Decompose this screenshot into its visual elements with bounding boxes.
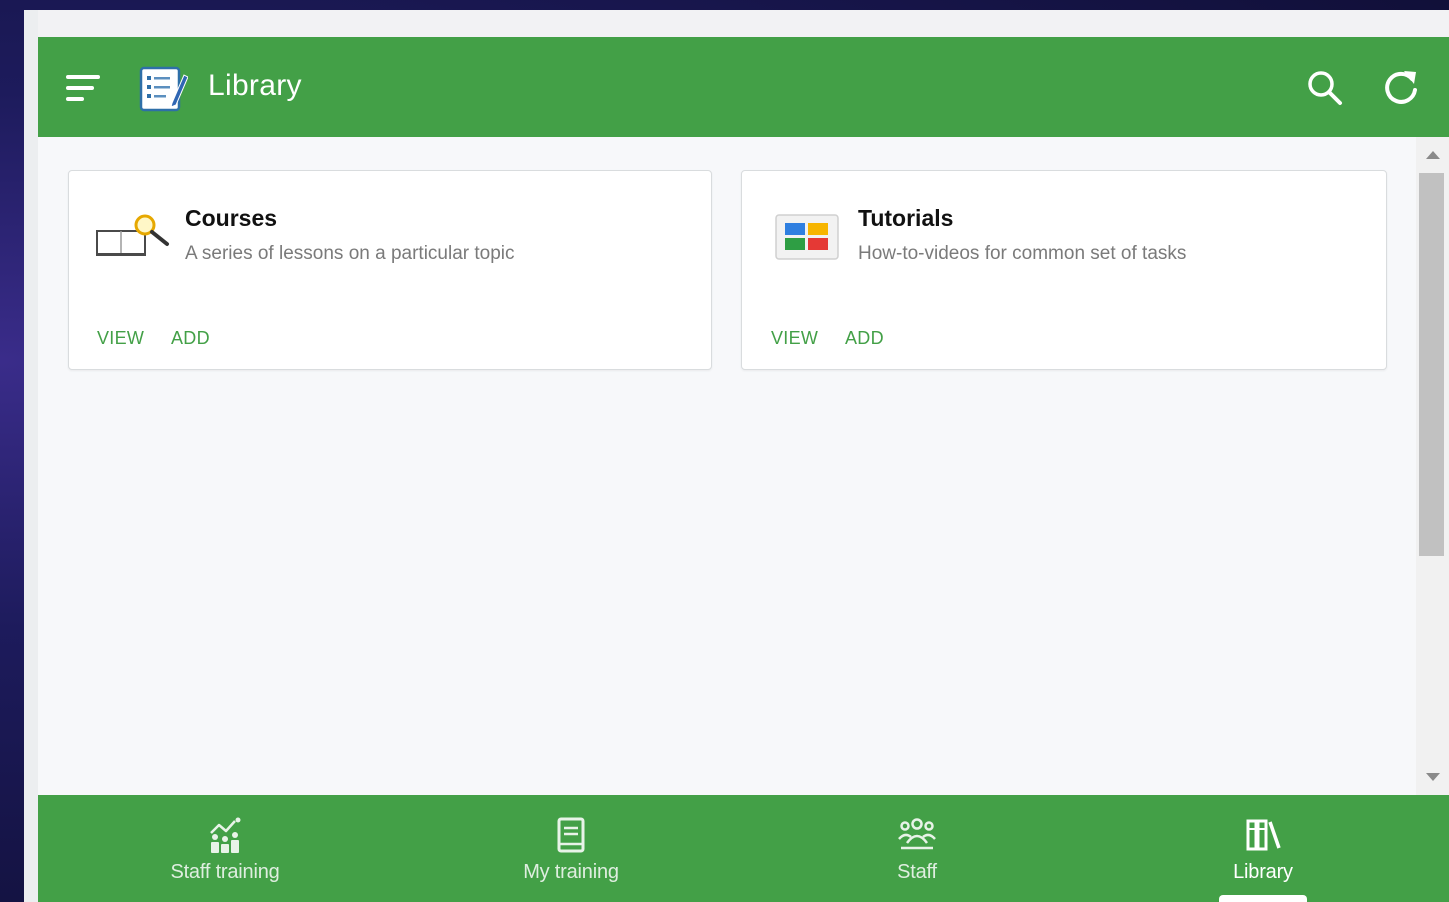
card-courses[interactable]: Courses A series of lessons on a particu… bbox=[68, 170, 712, 370]
book-magnifier-icon bbox=[96, 214, 169, 256]
card-description: A series of lessons on a particular topi… bbox=[185, 243, 515, 264]
tutorials-add-button[interactable]: ADD bbox=[845, 328, 884, 349]
search-icon bbox=[1308, 71, 1342, 105]
card-tutorials[interactable]: Tutorials How-to-videos for common set o… bbox=[741, 170, 1387, 370]
refresh-icon bbox=[1385, 71, 1417, 104]
vertical-scrollbar[interactable] bbox=[1416, 137, 1449, 795]
group-icon bbox=[898, 818, 936, 850]
nav-label: Staff bbox=[897, 861, 937, 883]
document-icon bbox=[557, 817, 585, 853]
app-window: Library Courses A series of lessons on a… bbox=[38, 37, 1449, 902]
courses-view-button[interactable]: VIEW bbox=[97, 328, 144, 349]
app-bar: Library bbox=[38, 37, 1449, 137]
color-tiles-icon bbox=[775, 214, 839, 260]
nav-staff[interactable]: Staff bbox=[744, 795, 1090, 902]
bottom-navigation: Staff training My training Staff Library bbox=[38, 795, 1449, 902]
notepad-checklist-icon bbox=[139, 66, 188, 112]
chart-people-icon bbox=[210, 817, 241, 853]
nav-my-training[interactable]: My training bbox=[398, 795, 744, 902]
refresh-button[interactable] bbox=[1380, 67, 1422, 109]
nav-staff-training[interactable]: Staff training bbox=[52, 795, 398, 902]
card-title: Tutorials bbox=[858, 205, 954, 231]
books-icon bbox=[1246, 819, 1281, 851]
nav-label: Library bbox=[1233, 861, 1293, 883]
window-top-edge bbox=[24, 10, 1449, 37]
nav-label: Staff training bbox=[170, 861, 280, 883]
scroll-up-arrow-icon[interactable] bbox=[1426, 151, 1440, 159]
page-title: Library bbox=[208, 69, 302, 102]
card-title: Courses bbox=[185, 205, 278, 231]
card-description: How-to-videos for common set of tasks bbox=[858, 243, 1187, 264]
menu-button[interactable] bbox=[66, 73, 102, 103]
search-button[interactable] bbox=[1306, 69, 1344, 107]
active-tab-indicator bbox=[1219, 895, 1307, 902]
scroll-down-arrow-icon[interactable] bbox=[1426, 773, 1440, 781]
nav-library[interactable]: Library bbox=[1090, 795, 1436, 902]
courses-add-button[interactable]: ADD bbox=[171, 328, 210, 349]
content-area: Courses A series of lessons on a particu… bbox=[38, 137, 1416, 795]
window-left-edge bbox=[24, 10, 38, 902]
tutorials-view-button[interactable]: VIEW bbox=[771, 328, 818, 349]
nav-label: My training bbox=[523, 861, 619, 883]
scrollbar-thumb[interactable] bbox=[1419, 173, 1444, 556]
